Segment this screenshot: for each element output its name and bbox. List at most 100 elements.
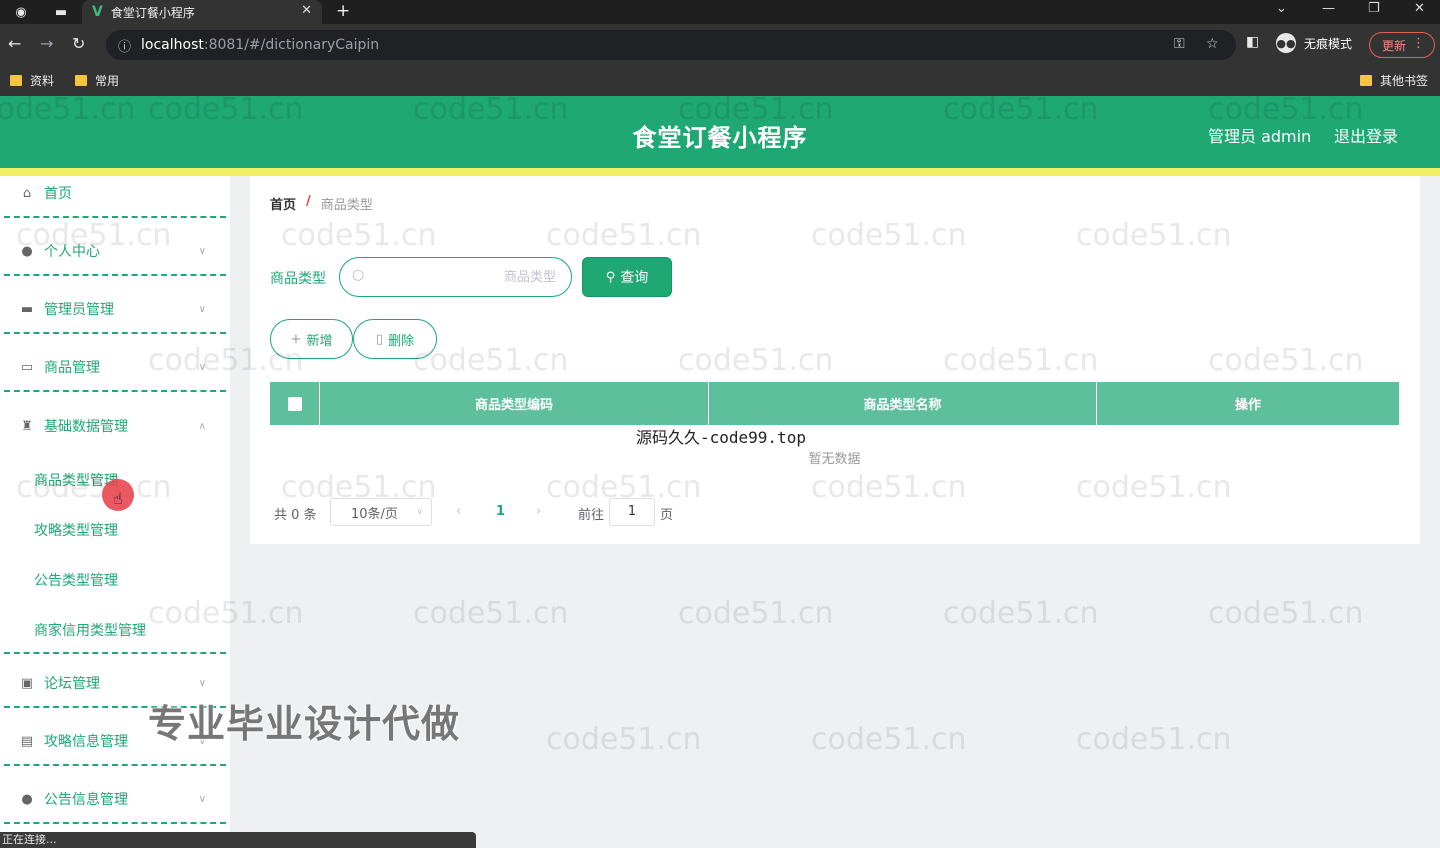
browser-address-row: ← → ↻ ⓘ localhost:8081/#/dictionaryCaipi… xyxy=(0,24,1440,66)
page-size-select[interactable]: 10条/页 ∨ xyxy=(330,498,432,526)
plus-icon: + xyxy=(290,331,302,347)
sidebar-item-admins[interactable]: ▬ 管理员管理 ∨ xyxy=(4,286,226,334)
app-header: 食堂订餐小程序 管理员 admin 退出登录 xyxy=(0,96,1440,168)
goto-label: 前往 xyxy=(578,508,605,523)
home-icon: ⌂ xyxy=(22,185,32,201)
submenu-notice-type[interactable]: 公告类型管理 xyxy=(34,570,118,590)
url-rest: :8081/#/dictionaryCaipin xyxy=(203,37,380,53)
minimize-icon[interactable]: — xyxy=(1322,1,1335,16)
user-icon: ● xyxy=(21,243,33,259)
search-input[interactable] xyxy=(376,265,556,289)
chevron-down-icon: ∨ xyxy=(198,793,206,805)
column-header: 操作 xyxy=(1234,398,1261,413)
browser-tab[interactable]: V 食堂订餐小程序 ✕ xyxy=(82,0,322,24)
menu-dots-icon: ⋮ xyxy=(1412,36,1425,51)
other-bookmarks[interactable]: 其他书签 xyxy=(1360,72,1428,89)
vue-logo-icon: V xyxy=(92,4,103,20)
bookmark-folder[interactable]: 资料 xyxy=(10,72,54,89)
total-count: 共 0 条 xyxy=(274,508,317,523)
incognito-label: 无痕模式 xyxy=(1304,36,1353,51)
goto-input[interactable]: 1 xyxy=(609,498,655,526)
select-all-cell xyxy=(270,382,320,425)
goto-unit: 页 xyxy=(660,508,674,523)
chevron-down-icon: ∨ xyxy=(198,361,206,373)
logout-link[interactable]: 退出登录 xyxy=(1334,123,1398,147)
sidebar-item-profile[interactable]: ● 个人中心 ∨ xyxy=(4,228,226,276)
sidebar-item-label: 基础数据管理 xyxy=(44,419,128,435)
update-button[interactable]: 更新 ⋮ xyxy=(1369,32,1435,58)
key-icon[interactable]: ⚿ xyxy=(1174,36,1185,52)
column-header[interactable]: 商品类型名称 xyxy=(709,382,1097,425)
watermark: code51.cn xyxy=(678,596,834,631)
trophy-icon: ♜ xyxy=(21,418,33,434)
page-number[interactable]: 1 xyxy=(496,504,505,519)
restore-icon[interactable]: ❐ xyxy=(1368,1,1380,16)
sidebar-item-home[interactable]: ⌂ 首页 xyxy=(4,170,226,218)
other-bookmarks-label: 其他书签 xyxy=(1380,74,1429,88)
new-tab-icon[interactable]: + xyxy=(336,1,350,21)
watermark: code51.cn xyxy=(413,596,569,631)
search-box[interactable]: ○ xyxy=(339,257,572,297)
tab-overview-icon[interactable]: ▬ xyxy=(52,3,70,21)
status-bar: 正在连接... xyxy=(0,832,476,848)
next-page-icon[interactable]: › xyxy=(536,504,541,519)
data-table: 商品类型编码 商品类型名称 操作 暂无数据 xyxy=(270,382,1399,467)
select-all-checkbox[interactable] xyxy=(287,396,302,411)
chevron-down-icon: ∨ xyxy=(198,303,206,315)
folder-icon xyxy=(10,75,22,86)
globe-icon[interactable]: ◉ xyxy=(12,3,30,21)
page-size-value: 10条/页 xyxy=(351,506,398,522)
sidebar-item-label: 个人中心 xyxy=(44,244,100,260)
bookmark-folder[interactable]: 常用 xyxy=(75,72,119,89)
delete-button[interactable]: ▯ 删除 xyxy=(353,319,437,359)
sidepanel-icon[interactable]: ◧ xyxy=(1246,34,1259,50)
search-icon: ○ xyxy=(352,267,365,283)
chevron-down-icon: ∨ xyxy=(198,677,206,689)
chevron-down-icon: ∨ xyxy=(416,507,423,517)
browser-tab-bar: ◉ ▬ V 食堂订餐小程序 ✕ + ⌄ — ❐ ✕ xyxy=(0,0,1440,24)
forward-icon[interactable]: → xyxy=(40,34,53,53)
update-label: 更新 xyxy=(1382,38,1407,53)
chevron-up-icon: ∧ xyxy=(198,420,206,432)
query-button[interactable]: ⚲ 查询 xyxy=(582,257,672,297)
breadcrumb-home[interactable]: 首页 xyxy=(270,194,296,213)
submenu-guide-type[interactable]: 攻略类型管理 xyxy=(34,520,118,540)
add-label: 新增 xyxy=(306,333,333,349)
promo-overlay: 专业毕业设计代做 xyxy=(148,702,461,746)
clipboard-icon: ▣ xyxy=(20,675,34,691)
sidebar-item-basic-data[interactable]: ♜ 基础数据管理 ∧ xyxy=(4,402,226,450)
bookmark-star-icon[interactable]: ☆ xyxy=(1206,36,1219,52)
info-icon[interactable]: ⓘ xyxy=(118,36,131,55)
add-button[interactable]: + 新增 xyxy=(270,319,353,359)
bulb-icon: ● xyxy=(21,791,33,807)
watermark: code51.cn xyxy=(943,596,1099,631)
tab-search-icon[interactable]: ⌄ xyxy=(1276,1,1287,16)
table-header: 商品类型编码 商品类型名称 操作 xyxy=(270,382,1399,425)
watermark: code51.cn xyxy=(546,722,702,757)
chevron-down-icon: ∨ xyxy=(198,245,206,257)
briefcase-icon: ▬ xyxy=(20,301,34,317)
breadcrumb-separator: / xyxy=(306,194,311,209)
empty-text: 暂无数据 xyxy=(808,452,861,467)
incognito-indicator[interactable]: ●● 无痕模式 xyxy=(1276,33,1352,53)
back-icon[interactable]: ← xyxy=(8,34,21,53)
submenu-credit-type[interactable]: 商家信用类型管理 xyxy=(34,620,146,640)
folder-icon xyxy=(1360,75,1372,86)
url-text: localhost:8081/#/dictionaryCaipin xyxy=(141,37,379,53)
close-tab-icon[interactable]: ✕ xyxy=(301,3,312,18)
close-window-icon[interactable]: ✕ xyxy=(1414,1,1425,16)
sidebar-item-goods[interactable]: ▭ 商品管理 ∨ xyxy=(4,344,226,392)
column-header[interactable]: 商品类型编码 xyxy=(320,382,709,425)
admin-label: 管理员 admin xyxy=(1208,127,1312,146)
url-host: localhost xyxy=(141,37,204,53)
prev-page-icon[interactable]: ‹ xyxy=(456,504,461,519)
main-content: 首页 / 商品类型 商品类型 ○ ⚲ 查询 + 新增 ▯ 删除 商品类型编码 商… xyxy=(250,176,1420,544)
sidebar-item-notice[interactable]: ● 公告信息管理 ∨ xyxy=(4,776,226,824)
delete-label: 删除 xyxy=(388,333,415,349)
message-icon: ▭ xyxy=(20,359,34,375)
reload-icon[interactable]: ↻ xyxy=(72,34,85,53)
folder-icon xyxy=(75,75,87,86)
address-bar[interactable]: ⓘ localhost:8081/#/dictionaryCaipin ⚿ ☆ xyxy=(106,30,1236,60)
sidebar-item-label: 论坛管理 xyxy=(44,676,100,692)
watermark: code51.cn xyxy=(811,722,967,757)
